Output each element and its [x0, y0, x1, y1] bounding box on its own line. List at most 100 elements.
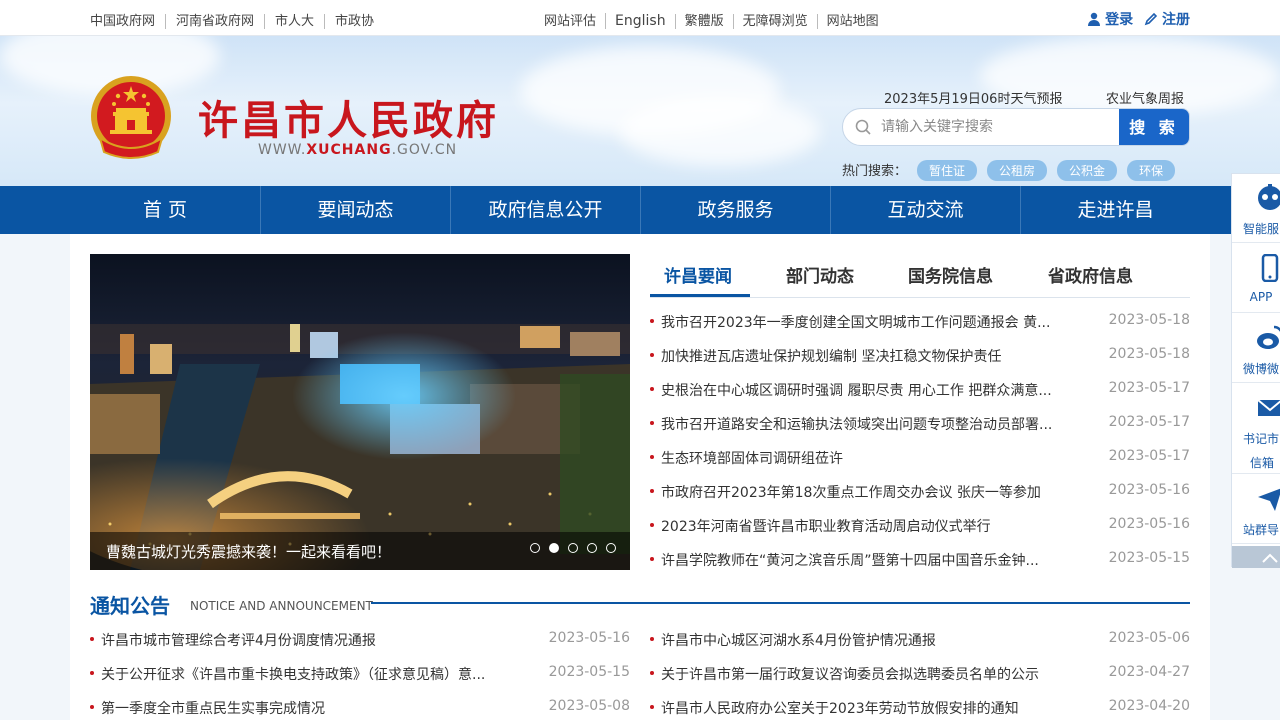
slider-dot[interactable]	[568, 543, 578, 553]
link-sitemap[interactable]: 网站地图	[816, 14, 888, 29]
back-to-top-button[interactable]	[1232, 546, 1280, 568]
nav-news[interactable]: 要闻动态	[260, 186, 450, 234]
list-item[interactable]: 加快推进瓦店遗址保护规划编制 坚决扛稳文物保护责任 2023-05-18	[650, 338, 1190, 372]
sidebar-item-weibo[interactable]: 微博微	[1232, 314, 1280, 383]
link-city-cppcc[interactable]: 市政协	[324, 14, 385, 29]
list-item[interactable]: 第一季度全市重点民生实事完成情况 2023-05-08	[90, 690, 630, 720]
tab-xuchang-news[interactable]: 许昌要闻	[664, 262, 732, 287]
list-item[interactable]: 关于公开征求《许昌市重卡换电支持政策》（征求意见稿）意... 2023-05-15	[90, 656, 630, 690]
news-title[interactable]: 市政府召开2023年第18次重点工作周交办会议 张庆一等参加	[661, 482, 1041, 502]
utility-links: 网站评估 English 繁體版 无障碍浏览 网站地图	[544, 10, 888, 29]
nav-gov-services[interactable]: 政务服务	[640, 186, 830, 234]
list-item[interactable]: 我市召开2023年一季度创建全国文明城市工作问题通报会 黄... 2023-05-…	[650, 304, 1190, 338]
main-nav: 首 页 要闻动态 政府信息公开 政务服务 互动交流 走进许昌	[0, 186, 1280, 234]
link-city-npc[interactable]: 市人大	[264, 14, 325, 29]
news-date: 2023-05-17	[1108, 380, 1190, 396]
notice-item-title[interactable]: 关于许昌市第一届行政复议咨询委员会拟选聘委员名单的公示	[661, 664, 1039, 684]
user-links: 登录 注册	[1087, 9, 1190, 29]
list-item[interactable]: 许昌市城市管理综合考评4月份调度情况通报 2023-05-16	[90, 622, 630, 656]
sidebar-item-app[interactable]: APP	[1232, 244, 1280, 313]
slider-dot[interactable]	[587, 543, 597, 553]
tab-state-council[interactable]: 国务院信息	[908, 262, 993, 287]
night-city-photo	[90, 254, 630, 570]
link-traditional[interactable]: 繁體版	[674, 14, 733, 29]
list-item[interactable]: 市政府召开2023年第18次重点工作周交办会议 张庆一等参加 2023-05-16	[650, 474, 1190, 508]
hot-tag[interactable]: 公租房	[987, 160, 1048, 181]
list-item[interactable]: 许昌市人民政府办公室关于2023年劳动节放假安排的通知 2023-04-20	[650, 690, 1190, 720]
phone-icon	[1261, 254, 1279, 282]
slider-caption[interactable]: 曹魏古城灯光秀震撼来袭！一起来看看吧！	[106, 541, 391, 562]
news-title[interactable]: 许昌学院教师在“黄河之滨音乐周”暨第十四届中国音乐金钟...	[661, 550, 1039, 570]
hot-tag[interactable]: 环保	[1127, 160, 1176, 181]
nav-home[interactable]: 首 页	[70, 186, 260, 234]
notice-list-right: 许昌市中心城区河湖水系4月份管护情况通报 2023-05-06 关于许昌市第一届行…	[650, 622, 1190, 720]
search-box: 搜 索	[842, 108, 1190, 146]
register-link[interactable]: 注册	[1162, 12, 1190, 28]
notice-item-title[interactable]: 许昌市中心城区河湖水系4月份管护情况通报	[661, 630, 936, 650]
sidebar-item-mayor-mailbox[interactable]: 书记市 信箱	[1232, 384, 1280, 474]
news-date: 2023-05-18	[1108, 346, 1190, 362]
sidebar-item-label: APP	[1249, 290, 1273, 304]
news-tabs: 许昌要闻 部门动态 国务院信息 省政府信息	[650, 254, 1190, 298]
hot-tag[interactable]: 暂住证	[917, 160, 978, 181]
slider-dot[interactable]	[606, 543, 616, 553]
link-site-evaluation[interactable]: 网站评估	[544, 14, 605, 29]
login-link[interactable]: 登录	[1105, 12, 1133, 28]
notice-item-title[interactable]: 许昌市城市管理综合考评4月份调度情况通报	[101, 630, 376, 650]
weibo-icon	[1257, 325, 1280, 349]
link-china-gov[interactable]: 中国政府网	[90, 14, 165, 29]
news-date: 2023-05-18	[1108, 312, 1190, 328]
link-henan-gov[interactable]: 河南省政府网	[165, 14, 265, 29]
list-item[interactable]: 2023年河南省暨许昌市职业教育活动周启动仪式举行 2023-05-16	[650, 508, 1190, 542]
agri-weather-link[interactable]: 农业气象周报	[1106, 88, 1184, 107]
nav-about-xuchang[interactable]: 走进许昌	[1020, 186, 1210, 234]
notice-item-date: 2023-05-06	[1108, 630, 1190, 646]
floating-sidebar: 智能服 APP 微博微 书记市 信箱 站群导	[1231, 173, 1280, 568]
search-icon	[855, 119, 871, 135]
notice-item-title[interactable]: 关于公开征求《许昌市重卡换电支持政策》（征求意见稿）意...	[101, 664, 485, 684]
nav-info-disclosure[interactable]: 政府信息公开	[450, 186, 640, 234]
notice-item-title[interactable]: 许昌市人民政府办公室关于2023年劳动节放假安排的通知	[661, 698, 1019, 718]
search-input[interactable]	[881, 109, 1121, 145]
list-item[interactable]: 史根治在中心城区调研时强调 履职尽责 用心工作 把群众满意... 2023-05-…	[650, 372, 1190, 406]
news-title[interactable]: 2023年河南省暨许昌市职业教育活动周启动仪式举行	[661, 516, 991, 536]
news-title[interactable]: 我市召开2023年一季度创建全国文明城市工作问题通报会 黄...	[661, 312, 1050, 332]
notice-subtitle: NOTICE AND ANNOUNCEMENT	[190, 599, 373, 613]
link-accessibility[interactable]: 无障碍浏览	[732, 14, 817, 29]
slider-dot[interactable]	[549, 543, 559, 553]
link-english[interactable]: English	[605, 13, 675, 29]
list-item[interactable]: 生态环境部固体司调研组莅许 2023-05-17	[650, 440, 1190, 474]
notice-item-title[interactable]: 第一季度全市重点民生实事完成情况	[101, 698, 325, 718]
tab-department-news[interactable]: 部门动态	[786, 262, 854, 287]
list-item[interactable]: 许昌市中心城区河湖水系4月份管护情况通报 2023-05-06	[650, 622, 1190, 656]
slider-dots	[521, 538, 616, 557]
hot-tag[interactable]: 公积金	[1057, 160, 1118, 181]
notice-divider	[371, 602, 1190, 604]
news-title[interactable]: 我市召开道路安全和运输执法领域突出问题专项整治动员部署...	[661, 414, 1052, 434]
news-title[interactable]: 生态环境部固体司调研组莅许	[661, 448, 843, 468]
notice-title[interactable]: 通知公告	[90, 590, 170, 619]
notice-item-date: 2023-05-15	[548, 664, 630, 680]
sidebar-item-site-nav[interactable]: 站群导	[1232, 475, 1280, 544]
site-title[interactable]: 许昌市人民政府	[198, 88, 499, 146]
list-item[interactable]: 关于许昌市第一届行政复议咨询委员会拟选聘委员名单的公示 2023-04-27	[650, 656, 1190, 690]
slider-dot[interactable]	[530, 543, 540, 553]
chevron-up-icon	[1262, 553, 1278, 563]
mail-icon	[1257, 399, 1280, 416]
news-date: 2023-05-17	[1108, 414, 1190, 430]
weather-forecast-link[interactable]: 2023年5月19日06时天气预报	[884, 88, 1062, 107]
nav-interaction[interactable]: 互动交流	[830, 186, 1020, 234]
site-header: 许昌市人民政府 WWW.XUCHANG.GOV.CN 2023年5月19日06时…	[0, 36, 1280, 186]
news-title[interactable]: 加快推进瓦店遗址保护规划编制 坚决扛稳文物保护责任	[661, 346, 1001, 366]
sidebar-item-label: 信箱	[1249, 456, 1274, 470]
photo-slider[interactable]: 曹魏古城灯光秀震撼来袭！一起来看看吧！	[90, 254, 630, 570]
list-item[interactable]: 我市召开道路安全和运输执法领域突出问题专项整治动员部署... 2023-05-17	[650, 406, 1190, 440]
news-title[interactable]: 史根治在中心城区调研时强调 履职尽责 用心工作 把群众满意...	[661, 380, 1052, 400]
robot-icon	[1258, 184, 1280, 210]
tab-provincial-gov[interactable]: 省政府信息	[1048, 262, 1133, 287]
active-tab-underline	[650, 294, 750, 297]
search-button[interactable]: 搜 索	[1119, 109, 1189, 145]
list-item[interactable]: 许昌学院教师在“黄河之滨音乐周”暨第十四届中国音乐金钟... 2023-05-15	[650, 542, 1190, 576]
notice-item-date: 2023-05-16	[548, 630, 630, 646]
sidebar-item-smart-service[interactable]: 智能服	[1232, 174, 1280, 243]
